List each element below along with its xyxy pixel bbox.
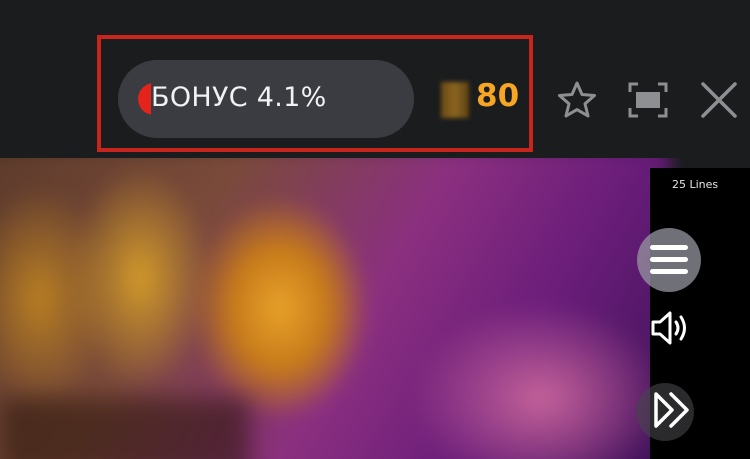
coin-icon xyxy=(441,82,469,118)
game-area[interactable]: 25 Lines xyxy=(0,158,750,459)
menu-button[interactable] xyxy=(637,228,701,292)
close-icon[interactable] xyxy=(697,78,741,122)
speaker-icon[interactable] xyxy=(650,308,694,348)
game-background-shade xyxy=(0,398,250,459)
bonus-button[interactable]: БОНУС 4.1% xyxy=(118,60,414,138)
top-bar: БОНУС 4.1% 80 xyxy=(0,0,750,158)
fullscreen-icon[interactable] xyxy=(626,78,670,122)
page: БОНУС 4.1% 80 25 Lines xyxy=(0,0,750,459)
coins-value: 80 xyxy=(476,78,520,114)
star-icon[interactable] xyxy=(555,78,599,122)
bonus-label: БОНУС 4.1% xyxy=(151,82,327,113)
lines-label: 25 Lines xyxy=(672,178,719,191)
fast-forward-icon[interactable] xyxy=(652,390,692,430)
